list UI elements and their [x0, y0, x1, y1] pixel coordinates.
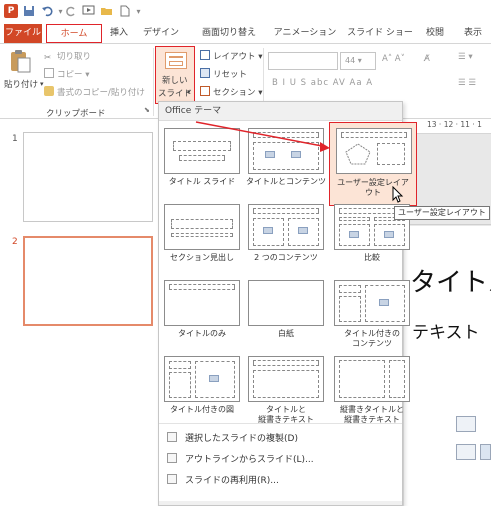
mouse-cursor-icon — [392, 186, 404, 203]
annotation-arrow — [195, 121, 330, 152]
layout-tooltip: ユーザー設定レイアウト — [394, 206, 490, 220]
